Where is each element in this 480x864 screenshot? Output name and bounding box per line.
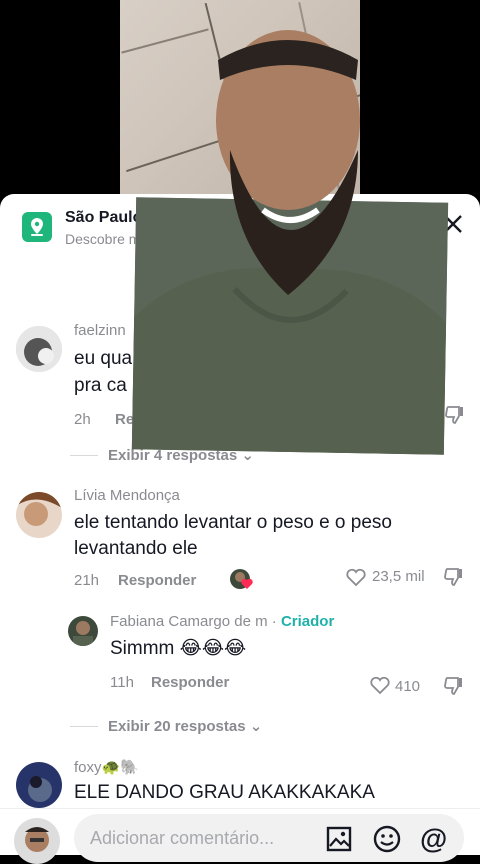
comment-text: ele tentando levantar o peso e o peso le… — [74, 512, 392, 559]
avatar[interactable] — [16, 492, 62, 538]
my-avatar[interactable] — [14, 818, 60, 864]
like-count: 410 — [395, 678, 421, 695]
avatar[interactable] — [16, 326, 62, 372]
creator-badge: Criador — [280, 613, 335, 630]
avatar[interactable] — [68, 616, 98, 646]
comment-username[interactable]: Fabiana Camargo de m · Criador — [110, 613, 334, 630]
creator-face-image — [118, 0, 363, 295]
reply-username[interactable]: Fabiana Camargo de m — [110, 613, 268, 630]
comment-username[interactable]: foxy🐢🐘 — [74, 758, 139, 776]
reply-button[interactable]: Responder — [151, 674, 229, 691]
dislike-icon[interactable] — [443, 675, 465, 702]
comment-text: Simmm 😂😂😂 — [110, 638, 247, 659]
comment-text: ELE DANDO GRAU AKAKKAKAKA — [74, 782, 375, 803]
reply-button[interactable]: Responder — [118, 572, 196, 589]
expand-replies-button[interactable]: Exibir 20 respostas ⌄ — [108, 717, 262, 735]
comment-time: 11h — [110, 674, 134, 691]
dislike-icon[interactable] — [443, 566, 465, 593]
image-icon[interactable] — [326, 826, 352, 857]
heart-icon — [241, 577, 253, 595]
comment-time: 2h — [74, 411, 91, 428]
comment-text: eu qua — [74, 348, 133, 369]
comment-input-placeholder[interactable]: Adicionar comentário... — [90, 828, 274, 849]
comment-text: pra ca — [74, 375, 127, 396]
expand-replies-label: Exibir 20 respostas — [108, 718, 246, 735]
heart-icon[interactable] — [345, 566, 367, 593]
mention-icon[interactable]: @ — [420, 824, 447, 854]
emoji-icon[interactable] — [373, 825, 401, 858]
comment-username[interactable]: Lívia Mendonça — [74, 487, 180, 504]
comment-username[interactable]: faelzinn — [74, 322, 126, 339]
chevron-down-icon: ⌄ — [249, 718, 263, 735]
dislike-icon[interactable] — [444, 404, 466, 431]
divider — [70, 726, 98, 727]
divider — [70, 455, 98, 456]
location-pin-icon[interactable] — [22, 212, 52, 242]
separator: · — [271, 613, 277, 630]
comment-time: 21h — [74, 572, 100, 589]
like-count: 23,5 mil — [372, 568, 425, 585]
heart-icon[interactable] — [369, 674, 391, 701]
avatar[interactable] — [16, 762, 62, 808]
